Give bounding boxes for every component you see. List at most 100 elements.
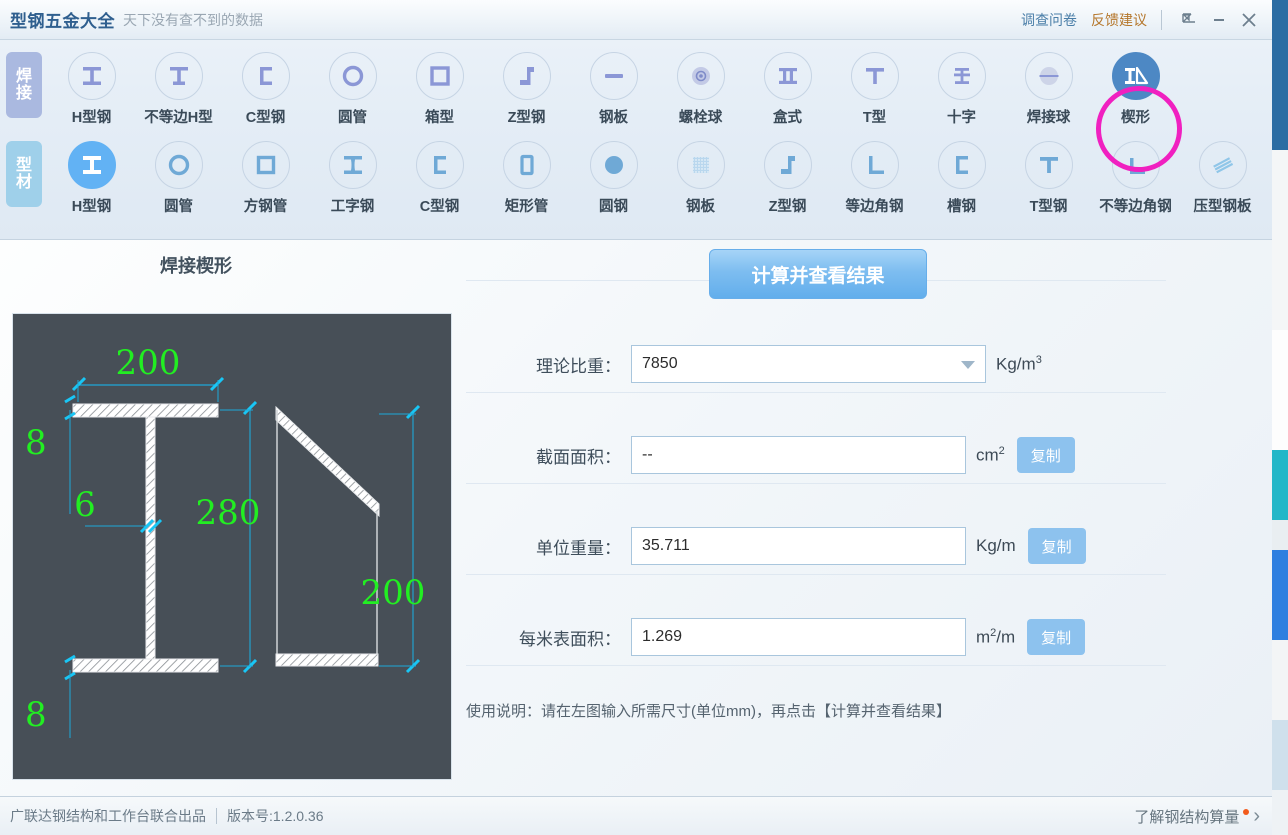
status-bar: 广联达钢结构和工作台联合出品 版本号:1.2.0.36 了解钢结构算量 › <box>0 796 1272 835</box>
tool-profile-round-bar[interactable]: 圆钢 <box>570 141 657 216</box>
equal-angle-icon <box>850 141 899 189</box>
title-bar-actions: 调查问卷 反馈建议 <box>1021 0 1272 39</box>
tool-weld-steel-plate[interactable]: 钢板 <box>570 52 657 127</box>
field-label: 单位重量： <box>536 538 621 558</box>
tool-weld-t-section[interactable]: T型 <box>831 52 918 127</box>
tool-label: 不等边角钢 <box>1099 199 1172 215</box>
producer-text: 广联达钢结构和工作台联合出品 <box>10 808 206 824</box>
density-input[interactable]: 7850 <box>631 345 986 383</box>
application-window: 型钢五金大全 天下没有查不到的数据 调查问卷 反馈建议 焊 接 H型钢 不等边H… <box>0 0 1288 835</box>
feedback-link[interactable]: 反馈建议 <box>1091 10 1147 30</box>
tool-weld-ball[interactable]: 焊接球 <box>1005 52 1092 127</box>
tool-weld-box-type[interactable]: 盒式 <box>744 52 831 127</box>
surface-area-input[interactable]: 1.269 <box>631 618 966 656</box>
h-beam-icon <box>67 52 116 100</box>
rect-pipe-icon <box>502 141 551 189</box>
app-title: 型钢五金大全 <box>10 12 115 31</box>
copy-surface-area-button[interactable]: 复制 <box>1027 619 1086 655</box>
tool-label: 不等边H型 <box>144 110 213 126</box>
unit-text: Kg/m <box>976 536 1016 555</box>
dim-value-right-height: 200 <box>361 573 426 613</box>
tool-label: 钢板 <box>599 110 628 126</box>
copy-unit-weight-button[interactable]: 复制 <box>1027 528 1086 564</box>
unit-text: m <box>976 627 991 647</box>
corrugated-plate-icon <box>1198 141 1247 189</box>
unit-weight-unit: Kg/m <box>976 536 1016 556</box>
pin-icon[interactable] <box>1174 5 1204 35</box>
unit-weight-value: 35.711 <box>642 537 690 554</box>
surface-area-unit: m2/m <box>976 627 1015 648</box>
tool-profile-c-channel[interactable]: C型钢 <box>396 141 483 216</box>
tool-profile-h-beam[interactable]: H型钢 <box>48 141 135 216</box>
minimize-icon[interactable] <box>1204 5 1234 35</box>
square-pipe-icon <box>241 141 290 189</box>
tool-weld-h-beam[interactable]: H型钢 <box>48 52 135 127</box>
field-row-density: 理论比重： 7850 Kg/m3 <box>466 335 1166 393</box>
tool-weld-round-pipe[interactable]: 圆管 <box>309 52 396 127</box>
section-area-unit: cm2 <box>976 445 1005 466</box>
tool-label: 圆管 <box>164 199 193 215</box>
bolt-ball-icon <box>676 52 725 100</box>
tool-profile-corrugated-plate[interactable]: 压型钢板 <box>1179 141 1266 216</box>
tool-profile-round-pipe[interactable]: 圆管 <box>135 141 222 216</box>
unit-text: cm <box>976 445 999 465</box>
density-unit: Kg/m3 <box>996 354 1042 375</box>
calculate-button[interactable]: 计算并查看结果 <box>709 249 927 299</box>
tool-weld-wedge[interactable]: 楔形 <box>1092 52 1179 127</box>
z-section-icon <box>502 52 551 100</box>
tool-label: T型钢 <box>1029 199 1068 215</box>
category-tab-welding[interactable]: 焊 接 <box>6 52 42 118</box>
tool-weld-bolt-ball[interactable]: 螺栓球 <box>657 52 744 127</box>
box-type-icon <box>763 52 812 100</box>
close-icon[interactable] <box>1234 5 1264 35</box>
tool-label: 钢板 <box>686 199 715 215</box>
tool-label: C型钢 <box>419 199 460 215</box>
unit-weight-input[interactable]: 35.711 <box>631 527 966 565</box>
chevron-down-icon[interactable] <box>961 361 975 369</box>
tool-weld-unequal-h[interactable]: 不等边H型 <box>135 52 222 127</box>
title-bar: 型钢五金大全 天下没有查不到的数据 调查问卷 反馈建议 <box>0 0 1272 40</box>
wedge-icon <box>1111 52 1160 100</box>
promo-link[interactable]: 了解钢结构算量 › <box>1134 805 1260 828</box>
c-channel-icon <box>241 52 290 100</box>
tool-profile-square-pipe[interactable]: 方钢管 <box>222 141 309 216</box>
toolbar-row-welding: 焊 接 H型钢 不等边H型 C型钢 圆管 箱型 Z型钢 钢板 螺栓球 盒式 T型… <box>0 40 1272 135</box>
section-area-input[interactable]: -- <box>631 436 966 474</box>
tool-label: 压型钢板 <box>1193 199 1252 215</box>
tool-profile-channel[interactable]: 槽钢 <box>918 141 1005 216</box>
tool-label: C型钢 <box>245 110 286 126</box>
tool-label: H型钢 <box>71 110 112 126</box>
t-section-icon <box>1024 141 1073 189</box>
tool-label: 焊接球 <box>1026 110 1071 126</box>
divider <box>466 392 1166 393</box>
tool-weld-c-channel[interactable]: C型钢 <box>222 52 309 127</box>
survey-link[interactable]: 调查问卷 <box>1021 10 1077 30</box>
tool-label: Z型钢 <box>507 110 546 126</box>
unequal-angle-icon <box>1111 141 1160 189</box>
z-section-icon <box>763 141 812 189</box>
copy-section-area-button[interactable]: 复制 <box>1016 437 1075 473</box>
divider <box>466 665 1166 666</box>
tool-profile-steel-plate[interactable]: 钢板 <box>657 141 744 216</box>
category-tab-profile[interactable]: 型 材 <box>6 141 42 207</box>
tool-profile-i-beam[interactable]: 工字钢 <box>309 141 396 216</box>
tool-profile-equal-angle[interactable]: 等边角钢 <box>831 141 918 216</box>
tool-profile-t-section[interactable]: T型钢 <box>1005 141 1092 216</box>
tool-label: 十字 <box>947 110 976 126</box>
tool-weld-box-section[interactable]: 箱型 <box>396 52 483 127</box>
tool-weld-z-section[interactable]: Z型钢 <box>483 52 570 127</box>
tool-profile-unequal-angle[interactable]: 不等边角钢 <box>1092 141 1179 216</box>
category-tab-welding-char1: 焊 <box>15 67 32 85</box>
divider <box>466 574 1166 575</box>
field-row-section-area: 截面面积： -- cm2 复制 <box>466 426 1166 484</box>
tool-weld-cross-section[interactable]: 十字 <box>918 52 1005 127</box>
h-beam-icon <box>67 141 116 189</box>
dim-value-web-height: 280 <box>196 493 261 533</box>
tool-profile-rect-pipe[interactable]: 矩形管 <box>483 141 570 216</box>
section-diagram-canvas[interactable]: 200 8 6 280 8 200 <box>12 313 452 780</box>
tool-profile-z-section[interactable]: Z型钢 <box>744 141 831 216</box>
tool-label: 楔形 <box>1121 110 1150 126</box>
chevron-right-icon: › <box>1253 804 1260 827</box>
app-subtitle: 天下没有查不到的数据 <box>123 11 263 28</box>
dim-value-web-thickness: 6 <box>74 485 96 525</box>
